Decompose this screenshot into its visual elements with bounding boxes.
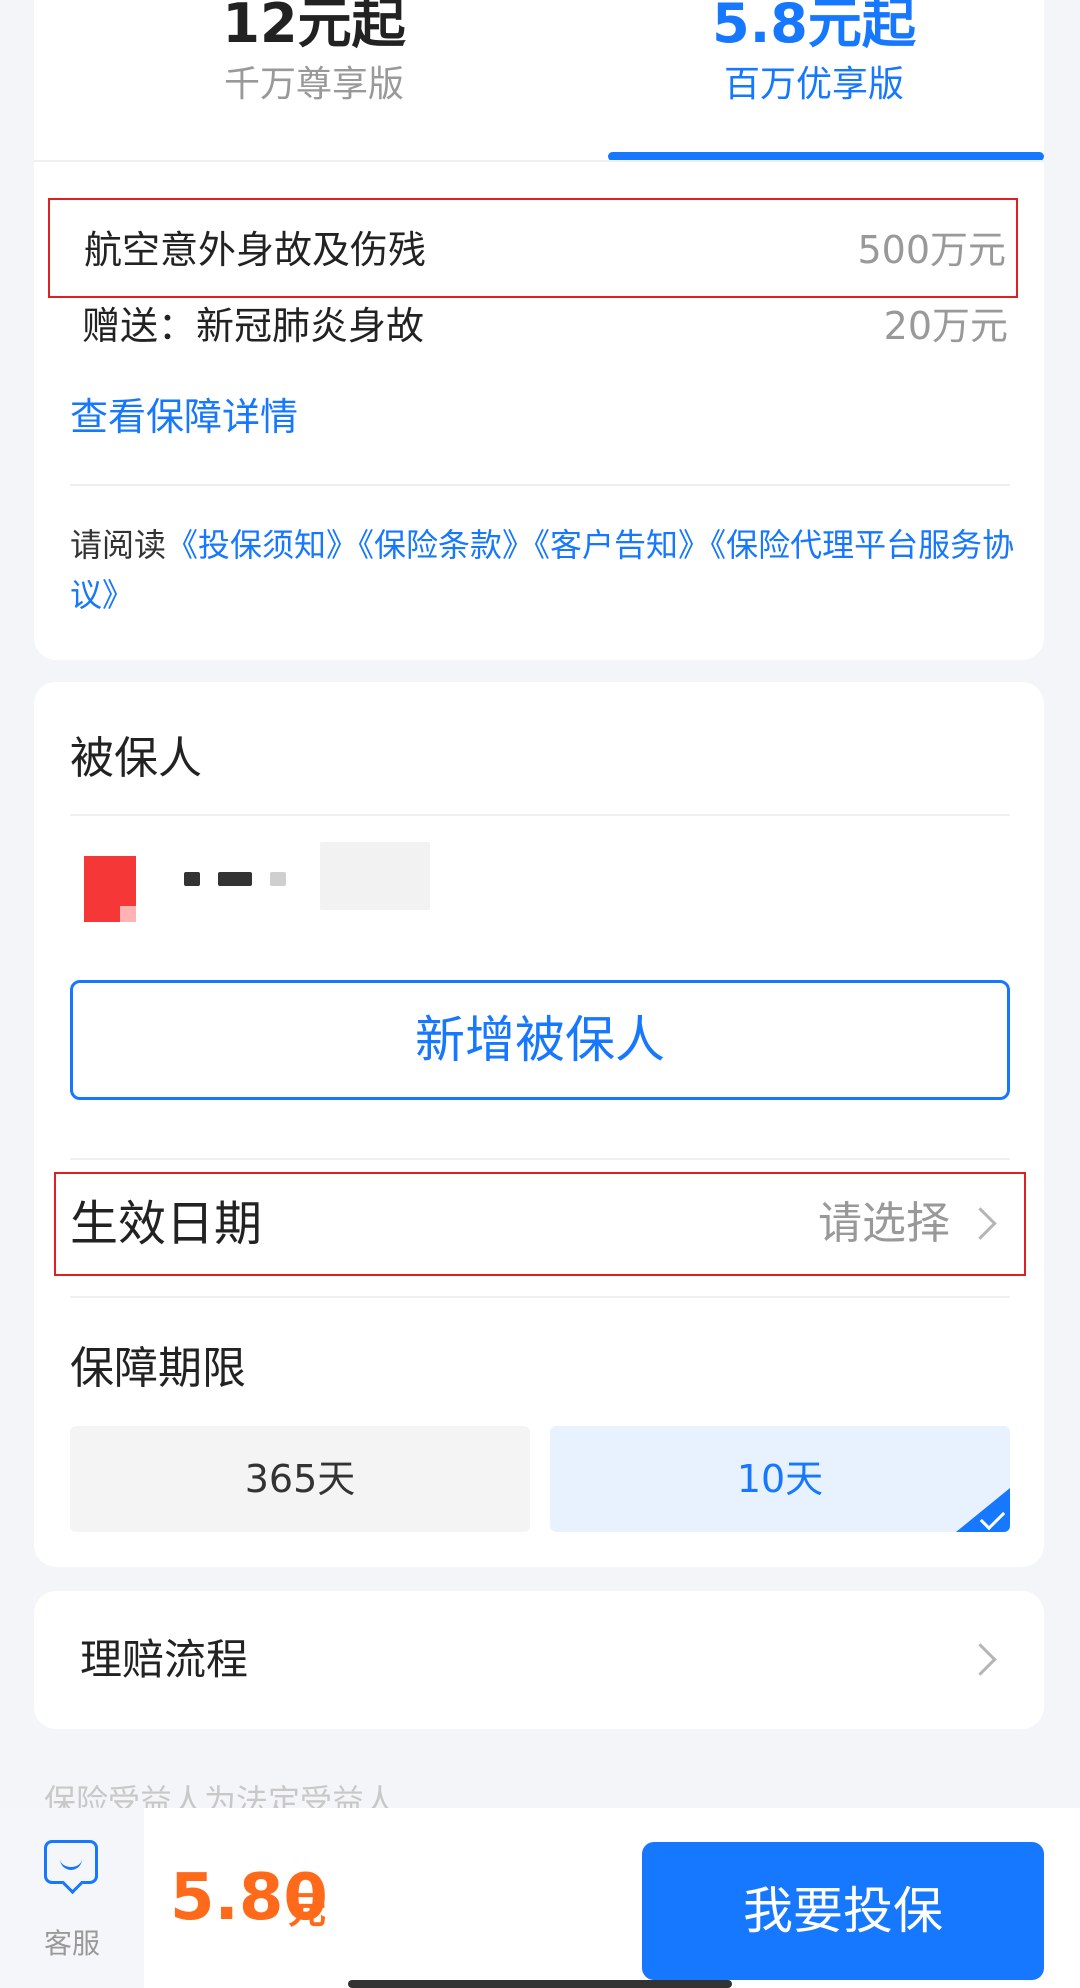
effective-date-placeholder: 请选择 [818, 1198, 950, 1249]
plan-name: 百万优享版 [723, 64, 904, 105]
divider [34, 160, 1044, 162]
agreement-notice: 请阅读《投保须知》《保险条款》《客户告知》《保险代理平台服务协议》 [70, 520, 1020, 620]
claims-process-row[interactable]: 理赔流程 [34, 1591, 1044, 1729]
insured-title: 被保人 [70, 733, 202, 784]
coverage-value: 500万元 [857, 228, 1006, 272]
coverage-value: 20万元 [883, 304, 1008, 348]
chat-icon [44, 1840, 98, 1884]
coverage-label: 赠送：新冠肺炎身故 [82, 304, 425, 348]
term-option-label: 10天 [736, 1457, 824, 1501]
customer-service-button[interactable]: 客服 [0, 1808, 144, 1988]
plan-name: 千万尊享版 [223, 64, 404, 105]
doc-link-notice[interactable]: 《投保须知》 [166, 526, 358, 564]
plan-price: 5.8元起 [712, 0, 916, 55]
coverage-label: 航空意外身故及伤残 [84, 228, 427, 272]
term-option-10[interactable]: 10天 [550, 1426, 1010, 1532]
divider [70, 484, 1010, 486]
coverage-row: 航空意外身故及伤残 500万元 [48, 198, 1018, 298]
redacted-id [320, 842, 430, 910]
bottom-action-bar: 客服 5.80 元 我要投保 [0, 1808, 1080, 1988]
claims-process-label: 理赔流程 [80, 1635, 249, 1684]
add-insured-button[interactable]: 新增被保人 [70, 980, 1010, 1100]
redacted-name [218, 872, 252, 886]
plan-price: 12元起 [222, 0, 406, 55]
price-unit: 元 [288, 1888, 327, 1932]
effective-date-selector[interactable]: 生效日期 请选择 [54, 1172, 1026, 1276]
avatar [84, 856, 136, 922]
term-option-365[interactable]: 365天 [70, 1426, 530, 1532]
doc-link-customer-notice[interactable]: 《客户告知》 [534, 526, 710, 564]
customer-service-label: 客服 [43, 1927, 100, 1960]
buy-insurance-button[interactable]: 我要投保 [642, 1842, 1044, 1980]
term-option-label: 365天 [244, 1457, 356, 1501]
chevron-right-icon [964, 1643, 997, 1676]
divider [70, 1158, 1010, 1160]
effective-date-label: 生效日期 [70, 1196, 263, 1252]
chevron-right-icon [964, 1207, 997, 1240]
agreement-prefix: 请阅读 [70, 526, 167, 564]
coverage-detail-link[interactable]: 查看保障详情 [70, 386, 298, 441]
doc-link-terms[interactable]: 《保险条款》 [358, 526, 534, 564]
tab-premium-plan[interactable]: 12元起 千万尊享版 [74, 0, 554, 160]
chat-icon-smile [60, 1857, 82, 1870]
redacted-name [270, 872, 286, 886]
term-title: 保障期限 [70, 1343, 246, 1394]
tab-standard-plan[interactable]: 5.8元起 百万优享版 [574, 0, 1054, 160]
plan-card: 12元起 千万尊享版 5.8元起 百万优享版 航空意外身故及伤残 500万元 赠… [34, 0, 1044, 660]
insured-person-item[interactable] [34, 842, 454, 942]
redacted-name [184, 872, 200, 886]
divider [70, 1296, 1010, 1298]
insured-card: 被保人 新增被保人 生效日期 请选择 保障期限 365天 10天 [34, 682, 1044, 1567]
home-indicator [348, 1980, 732, 1988]
divider [70, 814, 1010, 816]
coverage-row: 赠送：新冠肺炎身故 20万元 [48, 286, 1018, 366]
